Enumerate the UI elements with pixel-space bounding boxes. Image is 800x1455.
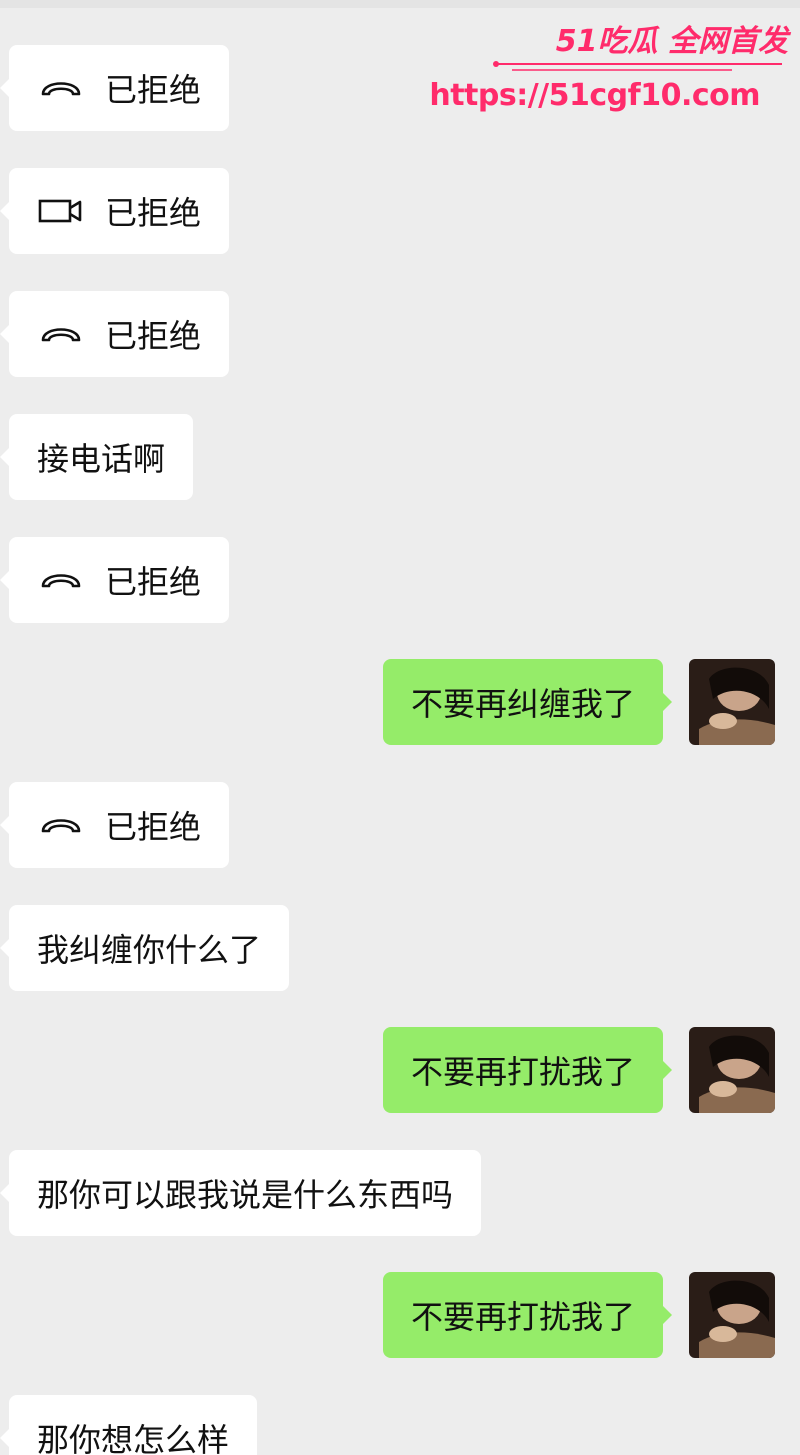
call-bubble[interactable]: 已拒绝 bbox=[0, 45, 230, 131]
message-row: 已拒绝 bbox=[0, 537, 800, 627]
message-row: 不要再打扰我了 bbox=[0, 1272, 800, 1362]
message-row: 不要再打扰我了 bbox=[0, 1027, 800, 1117]
call-bubble[interactable]: 已拒绝 bbox=[0, 782, 230, 868]
text-bubble[interactable]: 不要再打扰我了 bbox=[382, 1272, 673, 1358]
message-row: 不要再纠缠我了 bbox=[0, 659, 800, 749]
message-row: 那你想怎么样 bbox=[0, 1395, 800, 1455]
message-row: 已拒绝 bbox=[0, 45, 800, 135]
message-row: 那你可以跟我说是什么东西吗 bbox=[0, 1150, 800, 1240]
message-row: 已拒绝 bbox=[0, 168, 800, 258]
message-row: 我纠缠你什么了 bbox=[0, 905, 800, 995]
text-bubble[interactable]: 那你想怎么样 bbox=[0, 1395, 258, 1455]
phone-hangup-icon bbox=[37, 568, 85, 592]
call-bubble[interactable]: 已拒绝 bbox=[0, 537, 230, 623]
call-bubble[interactable]: 已拒绝 bbox=[0, 168, 230, 254]
text-bubble[interactable]: 我纠缠你什么了 bbox=[0, 905, 290, 991]
text-bubble[interactable]: 不要再纠缠我了 bbox=[382, 659, 673, 745]
message-text: 接电话啊 bbox=[37, 440, 166, 478]
message-text: 不要再打扰我了 bbox=[410, 1298, 635, 1336]
message-text: 那你可以跟我说是什么东西吗 bbox=[37, 1176, 454, 1214]
message-text: 那你想怎么样 bbox=[37, 1421, 230, 1455]
message-row: 已拒绝 bbox=[0, 291, 800, 381]
avatar[interactable] bbox=[689, 1272, 775, 1358]
call-status-label: 已拒绝 bbox=[105, 71, 202, 109]
avatar[interactable] bbox=[689, 1027, 775, 1113]
avatar[interactable] bbox=[689, 659, 775, 745]
call-bubble[interactable]: 已拒绝 bbox=[0, 291, 230, 377]
text-bubble[interactable]: 接电话啊 bbox=[0, 414, 194, 500]
call-status-label: 已拒绝 bbox=[105, 808, 202, 846]
message-text: 不要再打扰我了 bbox=[410, 1053, 635, 1091]
call-status-label: 已拒绝 bbox=[105, 194, 202, 232]
message-text: 不要再纠缠我了 bbox=[410, 685, 635, 723]
message-row: 已拒绝 bbox=[0, 782, 800, 872]
video-camera-icon bbox=[37, 197, 85, 225]
phone-hangup-icon bbox=[37, 76, 85, 100]
call-status-label: 已拒绝 bbox=[105, 317, 202, 355]
message-text: 我纠缠你什么了 bbox=[37, 931, 262, 969]
phone-hangup-icon bbox=[37, 322, 85, 346]
message-row: 接电话啊 bbox=[0, 414, 800, 504]
text-bubble[interactable]: 不要再打扰我了 bbox=[382, 1027, 673, 1113]
status-divider bbox=[0, 0, 800, 8]
text-bubble[interactable]: 那你可以跟我说是什么东西吗 bbox=[0, 1150, 482, 1236]
phone-hangup-icon bbox=[37, 813, 85, 837]
call-status-label: 已拒绝 bbox=[105, 563, 202, 601]
